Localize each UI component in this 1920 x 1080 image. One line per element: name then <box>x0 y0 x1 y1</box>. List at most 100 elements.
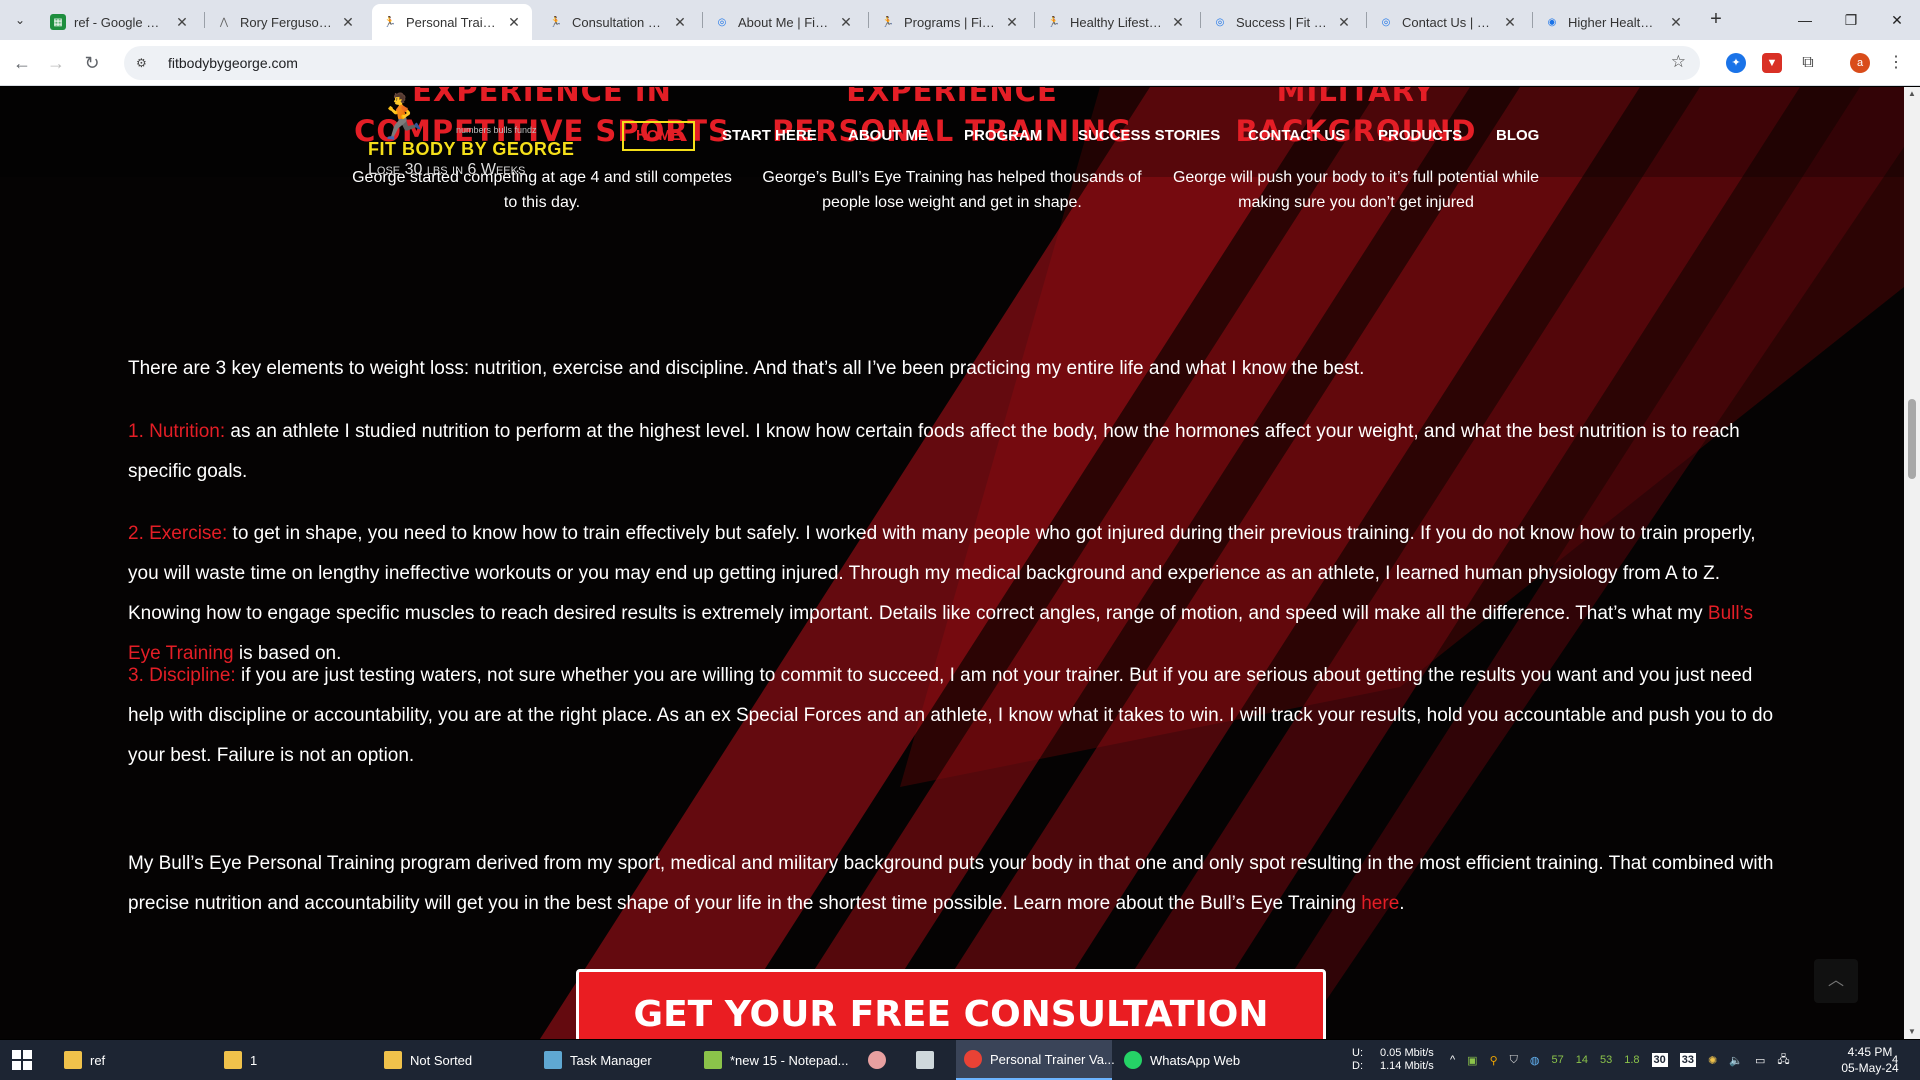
logo-tagline: Lose 30 lbs in 6 Weeks <box>368 161 526 178</box>
notification-center-icon[interactable]: 4 <box>1880 1040 1910 1080</box>
volume-icon[interactable]: 🔈 <box>1729 1054 1743 1067</box>
tray-stat-2: 14 <box>1575 1054 1588 1066</box>
nav-contact-us[interactable]: CONTACT US <box>1248 121 1345 151</box>
taskbar-whatsapp-web[interactable]: WhatsApp Web <box>1116 1040 1266 1080</box>
tab-contact-us[interactable]: ◎ Contact Us | Fit Body ✕ <box>1368 4 1528 40</box>
tray-stat-4: 1.8 <box>1624 1054 1640 1066</box>
browser-menu-icon[interactable]: ⋮ <box>1886 53 1906 73</box>
tray-badge-2[interactable]: 33 <box>1679 1053 1697 1067</box>
tab-personal-trainer[interactable]: 🏃 Personal Trainer Vancouver ✕ <box>372 4 532 40</box>
close-tab-icon[interactable]: ✕ <box>174 14 190 31</box>
forward-arrow-icon[interactable]: → <box>44 51 68 75</box>
new-tab-plus-icon[interactable]: + <box>1704 8 1728 32</box>
taskbar-folder-ref[interactable]: ref <box>56 1040 186 1080</box>
tray-globe-icon[interactable]: ◍ <box>1530 1054 1540 1067</box>
close-tab-icon[interactable]: ✕ <box>1502 14 1518 31</box>
address-bar[interactable]: ⚙ fitbodybygeorge.com ☆ <box>124 46 1700 80</box>
close-tab-icon[interactable]: ✕ <box>1004 14 1020 31</box>
tray-shield-icon[interactable]: ⛉ <box>1510 1054 1518 1067</box>
taskbar-notepad-plus[interactable]: *new 15 - Notepad... <box>696 1040 849 1080</box>
scroll-to-top-icon[interactable]: ︿ <box>1814 959 1858 1003</box>
tray-stat-3: 53 <box>1600 1054 1613 1066</box>
free-consultation-button[interactable]: GET YOUR FREE CONSULTATION NOW <box>576 969 1326 1039</box>
taskbar-document[interactable] <box>908 1040 942 1080</box>
back-arrow-icon[interactable]: ← <box>10 51 34 75</box>
reload-icon[interactable]: ↻ <box>80 51 104 75</box>
windows-start-icon[interactable] <box>12 1050 32 1070</box>
site-icon: ⋀ <box>219 16 229 28</box>
scroll-down-arrow-icon[interactable]: ▼ <box>1904 1025 1920 1039</box>
url-text[interactable]: fitbodybygeorge.com <box>168 55 298 71</box>
tab-consultation-form[interactable]: 🏃 Consultation Form ✕ <box>538 4 698 40</box>
tab-rory-ferguson[interactable]: ⋀ Rory Ferguson - Personal ✕ <box>206 4 366 40</box>
tab-higher-healths[interactable]: ◉ Higher Healths Care ✕ <box>1534 4 1694 40</box>
whatsapp-icon <box>1124 1051 1142 1069</box>
taskbar-label: Not Sorted <box>410 1052 473 1068</box>
notepad-plus-icon <box>704 1051 722 1069</box>
close-tab-icon[interactable]: ✕ <box>1170 14 1186 31</box>
nav-start-here[interactable]: START HERE <box>722 121 817 151</box>
close-tab-icon[interactable]: ✕ <box>838 14 854 31</box>
site-settings-icon[interactable]: ⚙ <box>136 56 154 70</box>
tray-app-icon[interactable]: ▣ <box>1467 1054 1477 1067</box>
close-tab-icon[interactable]: ✕ <box>1336 14 1352 31</box>
nav-about-me[interactable]: ABOUT ME <box>848 121 928 151</box>
nav-products[interactable]: PRODUCTS <box>1378 121 1462 151</box>
extensions-puzzle-icon[interactable]: ⧉ <box>1798 53 1818 73</box>
taskbar-label: 1 <box>250 1052 258 1068</box>
taskbar-chrome-personal-trainer[interactable]: Personal Trainer Va... <box>956 1040 1115 1080</box>
sheets-icon: ▦ <box>50 14 66 30</box>
nutrition-paragraph: 1. Nutrition: as an athlete I studied nu… <box>128 412 1788 492</box>
scrollbar-thumb[interactable] <box>1908 399 1916 479</box>
taskbar-folder-not-sorted[interactable]: Not Sorted <box>376 1040 526 1080</box>
taskbar-folder-1[interactable]: 1 <box>216 1040 346 1080</box>
extension-shield-icon[interactable]: ▼ <box>1762 53 1782 73</box>
tab-programs[interactable]: 🏃 Programs | Fit Body ✕ <box>870 4 1030 40</box>
tab-about-me[interactable]: ◎ About Me | Fit Body ✕ <box>704 4 864 40</box>
tab-healthy-lifestyle[interactable]: 🏃 Healthy Lifestyle Blog ✕ <box>1036 4 1196 40</box>
runner-logo-icon: 🏃 <box>374 93 429 142</box>
page-scrollbar[interactable]: ▲ ▼ <box>1904 87 1920 1039</box>
app-icon <box>868 1051 886 1069</box>
tab-title: Contact Us | Fit Body <box>1402 14 1494 30</box>
discipline-text: if you are just testing waters, not sure… <box>128 665 1774 766</box>
taskbar-task-manager[interactable]: Task Manager <box>536 1040 686 1080</box>
bookmark-star-icon[interactable]: ☆ <box>1671 52 1686 72</box>
restore-window-icon[interactable]: ❐ <box>1828 0 1874 40</box>
target-icon: ◎ <box>1381 16 1391 28</box>
tray-search-icon[interactable]: ⚲ <box>1490 1054 1498 1067</box>
exercise-text: to get in shape, you need to know how to… <box>128 523 1756 624</box>
tab-ref-sheets[interactable]: ▦ ref - Google Sheets ✕ <box>40 4 200 40</box>
folder-icon <box>64 1051 82 1069</box>
taskbar-app[interactable] <box>860 1040 894 1080</box>
tab-divider <box>702 12 703 28</box>
tray-weather-icon[interactable]: ✺ <box>1708 1054 1717 1067</box>
minimize-window-icon[interactable]: — <box>1782 0 1828 40</box>
extension-globe-icon[interactable]: ✦ <box>1726 53 1746 73</box>
close-tab-icon[interactable]: ✕ <box>506 14 522 31</box>
program-paragraph: My Bull’s Eye Personal Training program … <box>128 844 1788 924</box>
battery-icon[interactable]: ▭ <box>1755 1054 1765 1067</box>
feature-personal-training: EXPERIENCE PERSONAL TRAINING George’s Bul… <box>762 87 1142 215</box>
tab-success[interactable]: ◎ Success | Fit Body ✕ <box>1202 4 1362 40</box>
tab-search-chevron-icon[interactable]: ⌄ <box>8 8 32 32</box>
nav-success-stories[interactable]: SUCCESS STORIES <box>1078 121 1220 151</box>
profile-avatar[interactable]: a <box>1850 53 1870 73</box>
nav-home[interactable]: HOME <box>622 121 695 151</box>
close-tab-icon[interactable]: ✕ <box>672 14 688 31</box>
tab-title: Success | Fit Body <box>1236 14 1328 30</box>
close-tab-icon[interactable]: ✕ <box>1668 14 1684 31</box>
nav-blog[interactable]: BLOG <box>1496 121 1539 151</box>
show-hidden-icons-chevron-icon[interactable]: ^ <box>1450 1054 1455 1066</box>
nav-program[interactable]: PROGRAM <box>964 121 1042 151</box>
network-icon[interactable]: 🖧 <box>1777 1051 1789 1070</box>
cta-label: GET YOUR FREE CONSULTATION NOW <box>633 994 1269 1035</box>
learn-more-here-link[interactable]: here <box>1361 893 1399 914</box>
close-tab-icon[interactable]: ✕ <box>340 14 356 31</box>
tab-divider <box>868 12 869 28</box>
download-label: D: <box>1352 1060 1363 1072</box>
close-window-icon[interactable]: ✕ <box>1874 0 1920 40</box>
site-logo[interactable]: 🏃 numbers bulls fundz FIT BODY BY GEORGE… <box>366 89 576 179</box>
tray-badge-1[interactable]: 30 <box>1651 1053 1668 1067</box>
scroll-up-arrow-icon[interactable]: ▲ <box>1904 87 1920 101</box>
